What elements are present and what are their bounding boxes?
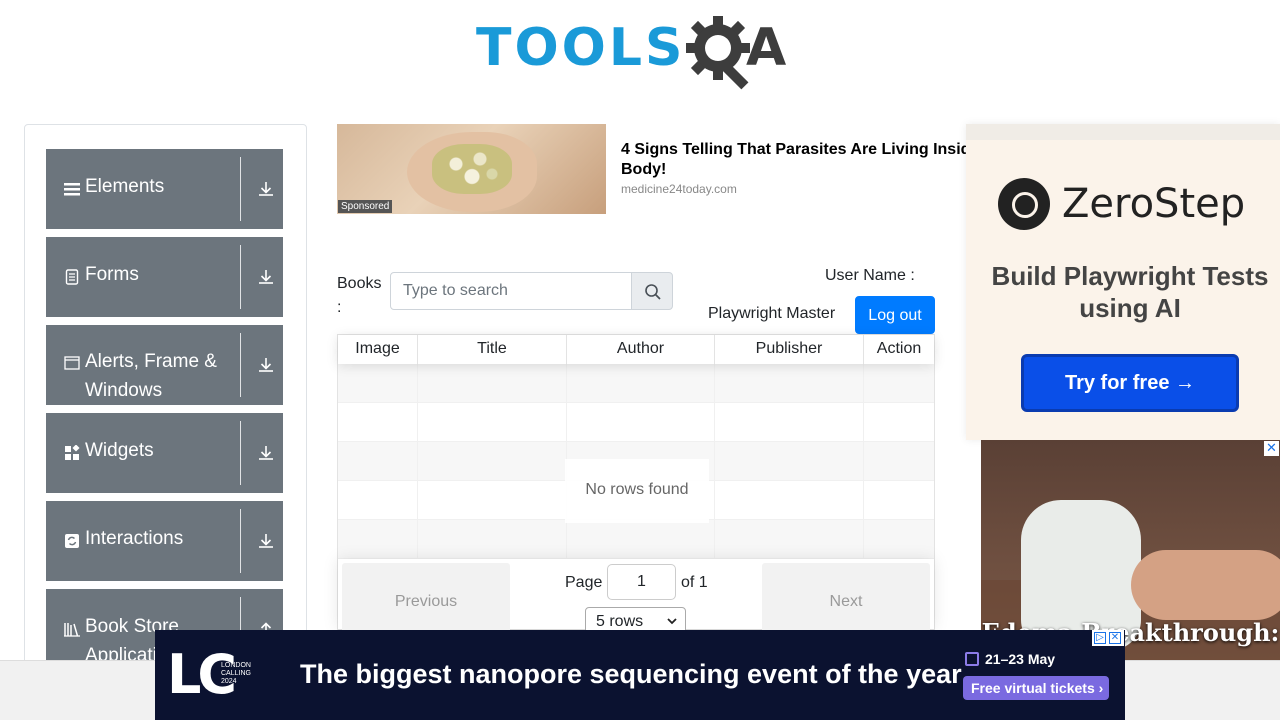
- hamburger-icon: [64, 183, 80, 196]
- zerostep-logo-icon: [998, 178, 1050, 230]
- table-header: Image Title Author Publisher Action: [338, 335, 934, 364]
- zerostep-brand: ZeroStep: [1062, 181, 1246, 227]
- sidebar-group-label: Forms: [85, 264, 139, 285]
- zerostep-tagline: Build Playwright Tests using AI: [991, 261, 1269, 323]
- sidebar-group-label: Interactions: [85, 528, 184, 549]
- divider: [240, 421, 241, 485]
- column-header-action[interactable]: Action: [864, 335, 934, 364]
- column-divider: [863, 364, 864, 559]
- ad-strip: [966, 124, 1280, 140]
- logout-button[interactable]: Log out: [855, 296, 935, 334]
- search-icon: [645, 284, 661, 300]
- page-number-input[interactable]: 1: [607, 564, 676, 600]
- sidebar-group-label: Alerts, Frame & Windows: [85, 351, 217, 401]
- edema-ad[interactable]: ✕ Edema Breakthrough:: [981, 440, 1280, 660]
- column-divider: [714, 364, 715, 559]
- document-icon: [65, 269, 79, 285]
- search-button[interactable]: [631, 272, 673, 310]
- pagination-bar: Previous Page 1 of 1 5 rows Next: [338, 559, 934, 641]
- sidebar-group-label: Widgets: [85, 440, 154, 461]
- adchoices-icon[interactable]: ▷: [1094, 632, 1106, 644]
- lc-dates: 21–23 May: [965, 650, 1055, 668]
- logo-text: TOOLS: [476, 18, 686, 78]
- logo-suffix: A: [746, 18, 787, 78]
- free-tickets-button[interactable]: Free virtual tickets ›: [963, 676, 1109, 700]
- no-rows-message: No rows found: [565, 459, 709, 523]
- column-header-image[interactable]: Image: [338, 335, 418, 364]
- sprouts-image: [432, 144, 512, 194]
- download-icon[interactable]: [256, 267, 276, 287]
- lc-logo-subtitle: LONDON CALLING 2024: [221, 662, 251, 685]
- table-row: [338, 364, 934, 403]
- sponsored-ad-domain[interactable]: medicine24today.com: [621, 182, 737, 196]
- ad-title-line: 4 Signs Telling That Parasites Are Livin…: [621, 141, 966, 158]
- column-header-title[interactable]: Title: [418, 335, 567, 364]
- sidebar-group-widgets[interactable]: Widgets: [46, 413, 283, 493]
- user-name-value: Playwright Master: [708, 305, 836, 322]
- books-icon: [64, 623, 80, 637]
- books-table: Image Title Author Publisher Action No r…: [337, 334, 935, 641]
- user-name-label: User Name :: [825, 267, 915, 284]
- close-icon[interactable]: ✕: [1109, 632, 1121, 644]
- chevron-down-icon: [667, 618, 677, 625]
- sidebar-group-elements[interactable]: Elements: [46, 149, 283, 229]
- sidebar-group-alerts[interactable]: Alerts, Frame & Windows: [46, 325, 283, 405]
- ad-foot-image: [1131, 550, 1280, 620]
- divider: [240, 509, 241, 573]
- column-divider: [417, 364, 418, 559]
- sponsored-ad-title[interactable]: 4 Signs Telling That Parasites Are Livin…: [621, 140, 966, 180]
- sponsored-ad-image[interactable]: Sponsored: [337, 124, 606, 214]
- left-sidebar: Elements Forms Alerts, Frame & Windows W…: [24, 124, 307, 684]
- london-calling-banner-ad[interactable]: LC LONDON CALLING 2024 The biggest nanop…: [155, 630, 1125, 720]
- search-input[interactable]: [390, 272, 633, 310]
- toolsqa-logo[interactable]: TOOLS A: [476, 14, 802, 92]
- divider: [240, 333, 241, 397]
- column-header-publisher[interactable]: Publisher: [715, 335, 864, 364]
- books-label: Books :: [337, 275, 382, 316]
- page: TOOLS A Elements Forms Alerts, Frame & W…: [0, 0, 1280, 720]
- ad-choices[interactable]: ▷ ✕: [1092, 630, 1124, 646]
- sponsored-badge: Sponsored: [338, 200, 393, 213]
- download-icon[interactable]: [256, 355, 276, 375]
- try-for-free-button[interactable]: Try for free →: [1021, 354, 1239, 412]
- interactions-icon: [65, 534, 79, 548]
- sidebar-group-label: Elements: [85, 176, 165, 197]
- close-icon[interactable]: ✕: [1264, 441, 1279, 456]
- rows-per-page-value: 5 rows: [596, 613, 644, 630]
- sidebar-group-forms[interactable]: Forms: [46, 237, 283, 317]
- divider: [240, 245, 241, 309]
- download-icon[interactable]: [256, 443, 276, 463]
- download-icon[interactable]: [256, 531, 276, 551]
- sidebar-group-interactions[interactable]: Interactions: [46, 501, 283, 581]
- lc-dates-text: 21–23 May: [985, 651, 1056, 667]
- page-total: of 1: [681, 574, 708, 591]
- table-row: [338, 403, 934, 442]
- table-row: [338, 520, 934, 559]
- page-label: Page: [565, 574, 603, 591]
- ad-title-line: Body!: [621, 161, 667, 178]
- lc-headline: The biggest nanopore sequencing event of…: [300, 659, 962, 689]
- download-icon[interactable]: [256, 179, 276, 199]
- widgets-icon: [65, 445, 80, 460]
- column-header-author[interactable]: Author: [567, 335, 715, 364]
- zerostep-ad[interactable]: ZeroStep Build Playwright Tests using AI…: [966, 124, 1280, 440]
- window-icon: [64, 356, 80, 370]
- divider: [240, 157, 241, 221]
